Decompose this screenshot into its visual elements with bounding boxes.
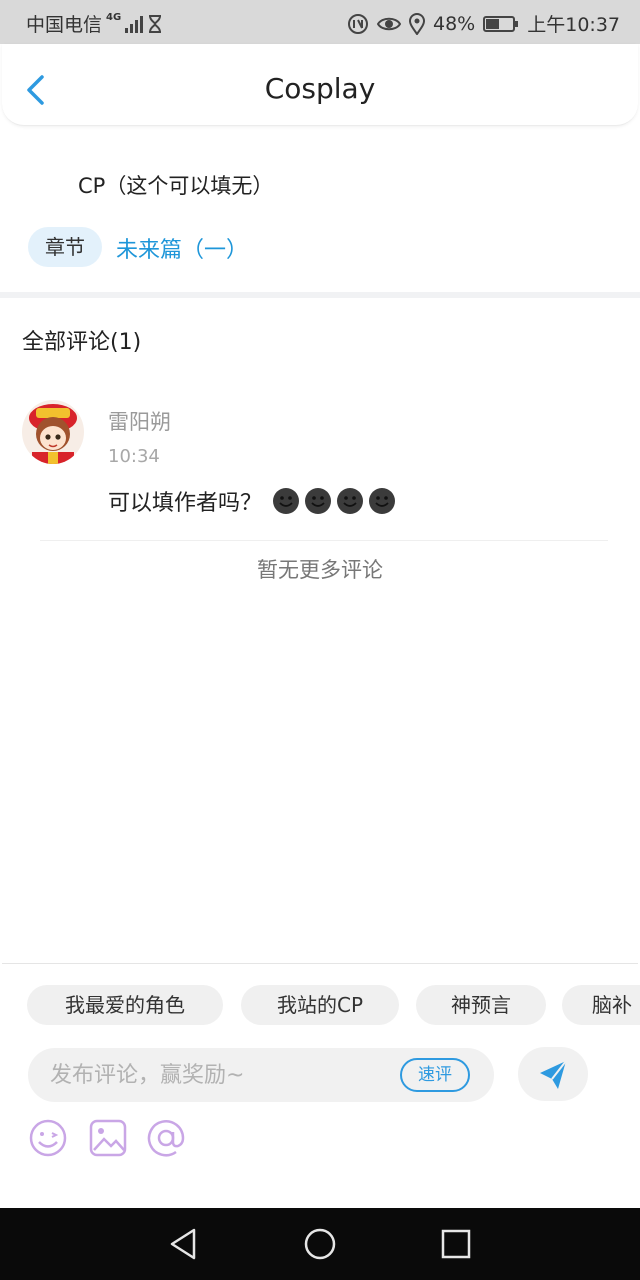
comment-username[interactable]: 雷阳朔 — [108, 406, 171, 436]
status-bar: 中国电信 4G 48% 上午10:37 — [0, 0, 640, 44]
chapter-link[interactable]: 未来篇（一） — [116, 232, 248, 264]
quick-review-button[interactable]: 速评 — [400, 1058, 470, 1092]
image-icon[interactable] — [88, 1118, 128, 1158]
chapter-tag: 章节 — [28, 227, 102, 267]
network-type: 4G — [106, 12, 122, 23]
nfc-icon — [348, 13, 368, 34]
section-divider — [0, 292, 640, 298]
chip-favorite-character[interactable]: 我最爱的角色 — [27, 985, 223, 1025]
compose-panel: 我最爱的角色 我站的CP 神预言 脑补 速评 — [2, 963, 640, 1208]
eye-icon — [377, 17, 401, 30]
signal-icon — [125, 15, 144, 33]
smiley-emoji-icon — [273, 488, 300, 514]
emoji-icon[interactable] — [28, 1118, 68, 1158]
chip-imagination[interactable]: 脑补 — [562, 985, 640, 1025]
no-more-comments: 暂无更多评论 — [257, 558, 383, 582]
comments-title: 全部评论(1) — [22, 330, 142, 355]
comment-time: 10:34 — [108, 446, 160, 467]
page-title: Cosplay — [264, 72, 376, 105]
comment-input[interactable] — [50, 1048, 390, 1102]
comment-input-wrap: 速评 — [28, 1048, 494, 1102]
nav-back-icon[interactable] — [166, 1226, 202, 1262]
divider — [40, 540, 608, 541]
chip-my-cp[interactable]: 我站的CP — [241, 985, 399, 1025]
battery-icon — [483, 15, 519, 32]
nav-home-icon[interactable] — [302, 1226, 338, 1262]
cp-text: CP（这个可以填无） — [78, 174, 274, 198]
hourglass-icon — [149, 14, 162, 33]
smiley-emoji-icon — [369, 488, 396, 514]
clock: 上午10:37 — [527, 14, 620, 36]
emoji-row — [268, 487, 396, 515]
send-button[interactable] — [518, 1047, 588, 1101]
smiley-emoji-icon — [305, 488, 332, 514]
smiley-emoji-icon — [337, 488, 364, 514]
avatar[interactable] — [22, 400, 84, 464]
battery-percent: 48% — [433, 12, 476, 35]
mention-icon[interactable] — [146, 1118, 186, 1158]
system-nav-bar — [0, 1208, 640, 1280]
app-header: Cosplay — [2, 44, 638, 126]
comment-text: 可以填作者吗？ — [108, 491, 263, 516]
carrier-label: 中国电信 — [26, 14, 103, 36]
chip-prophecy[interactable]: 神预言 — [416, 985, 546, 1025]
location-icon — [409, 12, 425, 35]
nav-recents-icon[interactable] — [438, 1226, 474, 1262]
comment-body: 可以填作者吗？ — [108, 485, 396, 517]
send-icon — [540, 1060, 567, 1089]
